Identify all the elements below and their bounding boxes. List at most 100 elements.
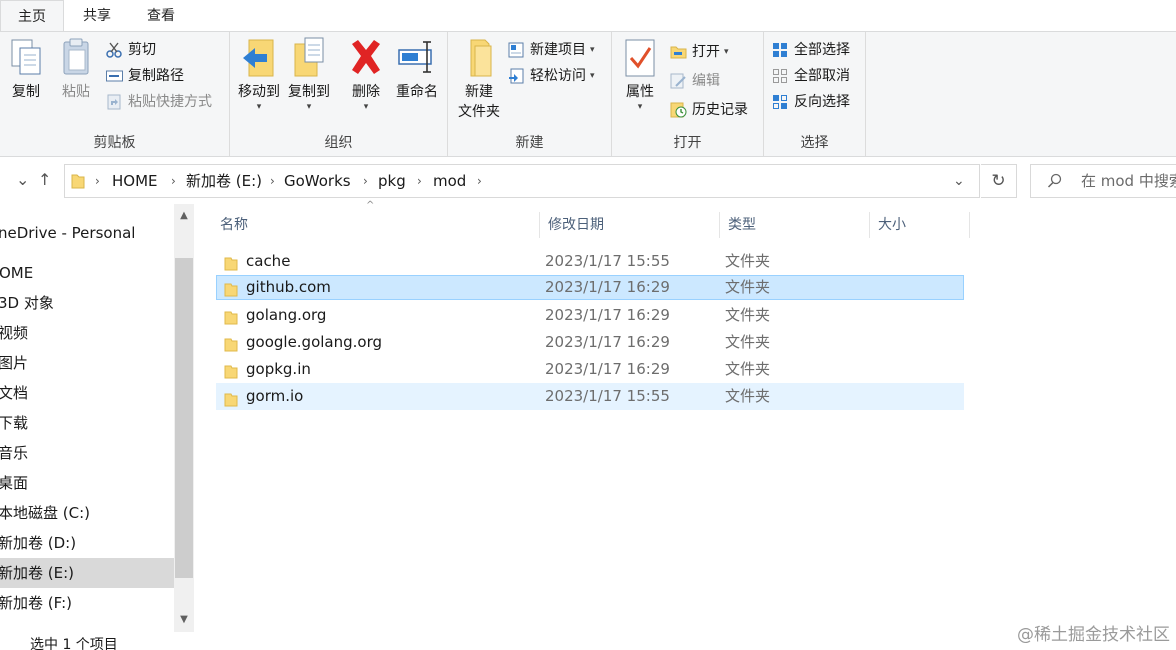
- search-box[interactable]: 在 mod 中搜索: [1030, 164, 1176, 198]
- column-header-name[interactable]: 名称: [212, 212, 540, 238]
- properties-check-icon: [620, 36, 660, 80]
- file-row-hover[interactable]: gorm.io 2023/1/17 15:55 文件夹: [216, 383, 964, 410]
- breadcrumb-separator-icon[interactable]: ›: [417, 165, 422, 197]
- nav-item-drive-e[interactable]: 新加卷 (E:): [0, 558, 174, 588]
- copy-button[interactable]: 复制: [6, 36, 46, 102]
- folder-icon: [224, 254, 238, 271]
- nav-item-drive-c[interactable]: 本地磁盘 (C:): [0, 498, 174, 528]
- file-row[interactable]: google.golang.org 2023/1/17 16:29 文件夹: [216, 330, 964, 355]
- refresh-button[interactable]: ↻: [981, 164, 1017, 198]
- navigation-pane: neDrive - Personal OME 3D 对象 视频 图片 文档 下载…: [0, 204, 196, 632]
- up-arrow-icon[interactable]: ↑: [38, 170, 51, 189]
- nav-item-drive-d[interactable]: 新加卷 (D:): [0, 528, 174, 558]
- file-name: gorm.io: [246, 387, 304, 405]
- breadcrumb-separator-icon[interactable]: ›: [171, 165, 176, 197]
- move-to-icon: [239, 36, 279, 80]
- delete-x-icon: [346, 36, 386, 80]
- new-group-label: 新建: [515, 135, 544, 151]
- easy-access-dropdown-icon: ▾: [590, 71, 595, 81]
- nav-item-desktop[interactable]: 桌面: [0, 468, 174, 498]
- tab-share[interactable]: 共享: [66, 0, 128, 32]
- tab-view[interactable]: 查看: [130, 0, 192, 32]
- file-row[interactable]: cache 2023/1/17 15:55 文件夹: [216, 249, 964, 274]
- file-type: 文件夹: [725, 278, 771, 296]
- properties-dropdown-icon: ▾: [637, 102, 643, 112]
- copy-icon: [6, 36, 46, 80]
- copy-to-button[interactable]: 复制到 ▾: [284, 36, 334, 112]
- breadcrumb-mod[interactable]: mod: [433, 165, 466, 197]
- paste-shortcut-button[interactable]: 粘贴快捷方式: [106, 90, 212, 114]
- delete-dropdown-icon: ▾: [363, 102, 369, 112]
- easy-access-label: 轻松访问: [530, 68, 586, 84]
- nav-scrollbar[interactable]: ▲ ▼: [174, 204, 194, 632]
- new-folder-button[interactable]: 新建 文件夹: [454, 36, 504, 122]
- open-button[interactable]: 打开 ▾: [670, 40, 729, 64]
- folder-icon: [224, 335, 238, 352]
- copy-to-label: 复制到: [288, 84, 330, 100]
- status-bar: 选中 1 个项目: [0, 632, 1176, 650]
- open-label: 打开: [692, 44, 720, 60]
- breadcrumb-separator-icon[interactable]: ›: [363, 165, 368, 197]
- properties-button[interactable]: 属性 ▾: [620, 36, 660, 112]
- nav-item-videos[interactable]: 视频: [0, 318, 174, 348]
- copy-path-button[interactable]: 复制路径: [106, 64, 184, 88]
- select-group-label: 选择: [800, 135, 829, 151]
- address-history-dropdown-icon[interactable]: ⌄: [953, 165, 965, 197]
- ribbon-tabs: 主页 共享 查看: [0, 0, 1176, 32]
- history-button[interactable]: 历史记录: [670, 98, 748, 122]
- nav-scrollbar-thumb[interactable]: [175, 258, 193, 578]
- column-header-date[interactable]: 修改日期: [540, 212, 720, 238]
- breadcrumb-home[interactable]: HOME: [112, 165, 158, 197]
- file-row[interactable]: golang.org 2023/1/17 16:29 文件夹: [216, 303, 964, 328]
- nav-item-music[interactable]: 音乐: [0, 438, 174, 468]
- edit-button[interactable]: 编辑: [670, 69, 720, 93]
- breadcrumb-separator-icon[interactable]: ›: [477, 165, 482, 197]
- select-none-button[interactable]: 全部取消: [772, 64, 850, 88]
- new-folder-label-line1: 新建: [465, 84, 493, 100]
- breadcrumb-goworks[interactable]: GoWorks: [284, 165, 351, 197]
- nav-item-3d-objects[interactable]: 3D 对象: [0, 288, 174, 318]
- paste-shortcut-label: 粘贴快捷方式: [128, 94, 212, 110]
- invert-selection-button[interactable]: 反向选择: [772, 90, 850, 114]
- cut-button[interactable]: 剪切: [106, 38, 156, 62]
- nav-item-drive-f[interactable]: 新加卷 (F:): [0, 588, 174, 618]
- address-bar[interactable]: › HOME › 新加卷 (E:) › GoWorks › pkg › mod …: [64, 164, 980, 198]
- nav-item-home[interactable]: OME: [0, 258, 175, 288]
- rename-button[interactable]: 重命名: [390, 36, 444, 102]
- move-to-label: 移动到: [238, 84, 280, 100]
- column-header-type[interactable]: 类型: [720, 212, 870, 238]
- organize-group-label: 组织: [324, 135, 353, 151]
- nav-item-documents[interactable]: 文档: [0, 378, 174, 408]
- file-row[interactable]: gopkg.in 2023/1/17 16:29 文件夹: [216, 357, 964, 382]
- easy-access-button[interactable]: 轻松访问 ▾: [508, 64, 595, 88]
- breadcrumb-separator-icon[interactable]: ›: [95, 165, 100, 197]
- move-to-button[interactable]: 移动到 ▾: [234, 36, 284, 112]
- group-new: 新建 文件夹 新建项目 ▾ 轻松访问 ▾ 新建: [448, 32, 612, 156]
- new-item-icon: [508, 42, 525, 58]
- select-all-button[interactable]: 全部选择: [772, 38, 850, 62]
- breadcrumb-separator-icon[interactable]: ›: [270, 165, 275, 197]
- sort-ascending-icon: ^: [366, 200, 375, 211]
- nav-item-onedrive[interactable]: neDrive - Personal: [0, 218, 174, 248]
- group-organize: 移动到 ▾ 复制到 ▾ 删除 ▾ 重命名 组织: [230, 32, 448, 156]
- scroll-down-icon[interactable]: ▼: [174, 614, 194, 625]
- breadcrumb-drive-e[interactable]: 新加卷 (E:): [186, 165, 262, 197]
- nav-item-downloads[interactable]: 下载: [0, 408, 174, 438]
- column-header-size[interactable]: 大小: [870, 212, 970, 238]
- file-row-selected[interactable]: github.com 2023/1/17 16:29 文件夹: [216, 275, 964, 300]
- delete-button[interactable]: 删除 ▾: [344, 36, 388, 112]
- recent-locations-chevron-icon[interactable]: ⌄: [16, 170, 29, 189]
- group-open: 属性 ▾ 打开 ▾ 编辑 历史记录 打开: [612, 32, 764, 156]
- new-item-button[interactable]: 新建项目 ▾: [508, 38, 595, 62]
- new-item-dropdown-icon: ▾: [590, 45, 595, 55]
- tab-home[interactable]: 主页: [0, 0, 64, 32]
- copy-label: 复制: [12, 84, 40, 100]
- breadcrumb-pkg[interactable]: pkg: [378, 165, 406, 197]
- edit-icon: [670, 73, 687, 89]
- scroll-up-icon[interactable]: ▲: [174, 210, 194, 221]
- nav-item-pictures[interactable]: 图片: [0, 348, 174, 378]
- rename-icon: [397, 36, 437, 80]
- new-folder-label-line2: 文件夹: [458, 104, 500, 120]
- paste-button[interactable]: 粘贴: [56, 36, 96, 102]
- clipboard-group-label: 剪贴板: [93, 135, 136, 151]
